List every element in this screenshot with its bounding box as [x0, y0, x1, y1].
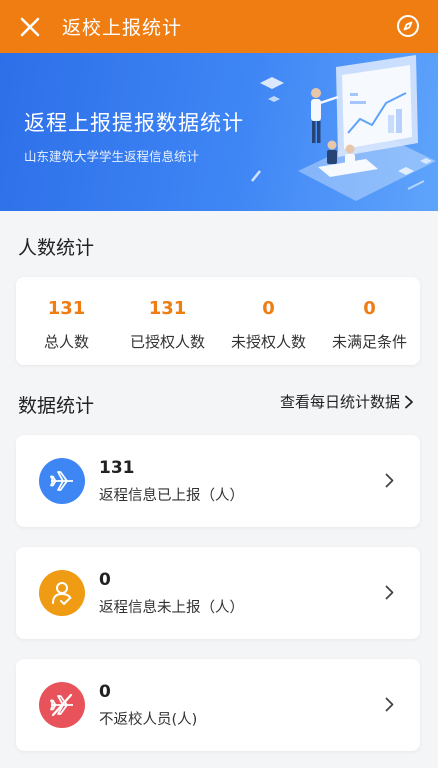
- data-section-title: 数据统计: [18, 395, 95, 417]
- close-button[interactable]: [16, 13, 44, 41]
- header-banner: 返程上报提报数据统计 山东建筑大学学生返程信息统计: [0, 53, 438, 211]
- stat-value: 131: [148, 298, 187, 319]
- stat-label: 总人数: [43, 333, 89, 351]
- not-reported-row[interactable]: 0 返程信息未上报（人）: [16, 547, 420, 639]
- row-value: 131: [99, 457, 135, 478]
- page-title: 返校上报统计: [62, 17, 183, 39]
- stat-label: 未授权人数: [230, 333, 306, 351]
- airplane-icon: [39, 458, 85, 504]
- stat-authorized[interactable]: 131 已授权人数: [117, 277, 218, 365]
- daily-stats-link-label: 查看每日统计数据: [279, 393, 400, 411]
- stat-unauthorized[interactable]: 0 未授权人数: [218, 277, 319, 365]
- chevron-right-icon: [385, 473, 394, 488]
- banner-subtitle: 山东建筑大学学生返程信息统计: [24, 149, 200, 164]
- top-bar: 返校上报统计: [0, 0, 438, 53]
- row-value: 0: [99, 681, 111, 702]
- banner-title: 返程上报提报数据统计: [24, 111, 244, 135]
- stat-value: 131: [47, 298, 86, 319]
- reported-row[interactable]: 131 返程信息已上报（人）: [16, 435, 420, 527]
- no-airplane-icon: [39, 682, 85, 728]
- row-label: 返程信息未上报（人）: [99, 599, 244, 616]
- person-refresh-icon: [39, 570, 85, 616]
- row-value: 0: [99, 569, 111, 590]
- chevron-right-icon: [405, 395, 413, 408]
- stat-value: 0: [262, 298, 275, 319]
- not-returning-row[interactable]: 0 不返校人员(人): [16, 659, 420, 751]
- row-label: 不返校人员(人): [99, 711, 198, 728]
- stat-unqualified[interactable]: 0 未满足条件: [319, 277, 420, 365]
- compass-icon[interactable]: [396, 14, 420, 38]
- row-label: 返程信息已上报（人）: [99, 487, 244, 504]
- people-stats-card: 131 总人数 131 已授权人数 0 未授权人数 0 未满足条件: [16, 277, 420, 365]
- daily-stats-link[interactable]: 查看每日统计数据: [280, 391, 414, 412]
- stat-total[interactable]: 131 总人数: [16, 277, 117, 365]
- chevron-right-icon: [385, 697, 394, 712]
- people-section-title: 人数统计: [18, 237, 95, 259]
- close-icon: [20, 17, 40, 36]
- banner-illustration: [251, 55, 436, 201]
- stat-label: 已授权人数: [129, 333, 205, 351]
- stat-value: 0: [363, 298, 376, 319]
- chevron-right-icon: [385, 585, 394, 600]
- stat-label: 未满足条件: [331, 333, 407, 351]
